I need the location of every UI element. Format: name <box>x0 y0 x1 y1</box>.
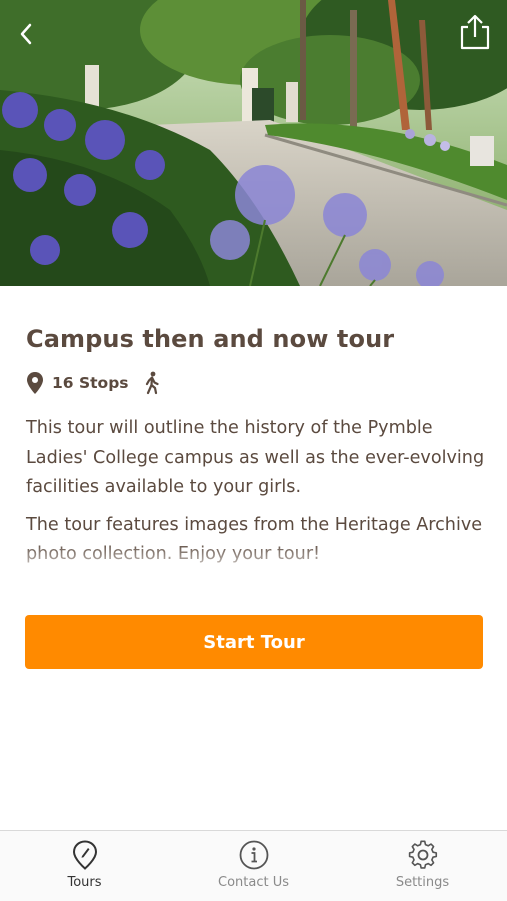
tab-tours-label: Tours <box>67 875 102 890</box>
campus-garden-photo <box>0 0 507 286</box>
tab-settings[interactable]: Settings <box>338 831 507 901</box>
tour-description-secondary-text: The tour features images from the Herita… <box>26 514 483 565</box>
pin-tours-icon <box>72 840 97 870</box>
tab-settings-label: Settings <box>395 875 450 890</box>
tour-description-secondary: The tour features images from the Herita… <box>26 511 486 570</box>
gear-icon <box>408 840 437 869</box>
tour-details: Campus then and now tour 16 Stops This t… <box>26 286 486 570</box>
stops-count: 16 Stops <box>52 374 129 392</box>
tour-description: This tour will outline the history of th… <box>26 418 485 497</box>
tab-tours[interactable]: Tours <box>0 831 169 901</box>
chevron-left-icon <box>20 23 32 45</box>
share-icon <box>460 14 490 50</box>
info-icon <box>239 840 268 870</box>
tab-contact-us-label: Contact Us <box>218 875 289 890</box>
tour-title: Campus then and now tour <box>26 325 395 353</box>
walking-icon <box>145 371 159 395</box>
walking-mode <box>143 371 161 395</box>
tour-meta: 16 Stops <box>26 370 486 396</box>
back-button[interactable] <box>8 16 44 52</box>
hero-image <box>0 0 507 286</box>
tab-contact-us[interactable]: Contact Us <box>169 831 338 901</box>
tab-bar: Tours Contact Us Settings <box>0 830 507 901</box>
share-button[interactable] <box>453 10 497 54</box>
map-pin-icon <box>27 372 43 394</box>
start-tour-button[interactable]: Start Tour <box>25 615 483 669</box>
